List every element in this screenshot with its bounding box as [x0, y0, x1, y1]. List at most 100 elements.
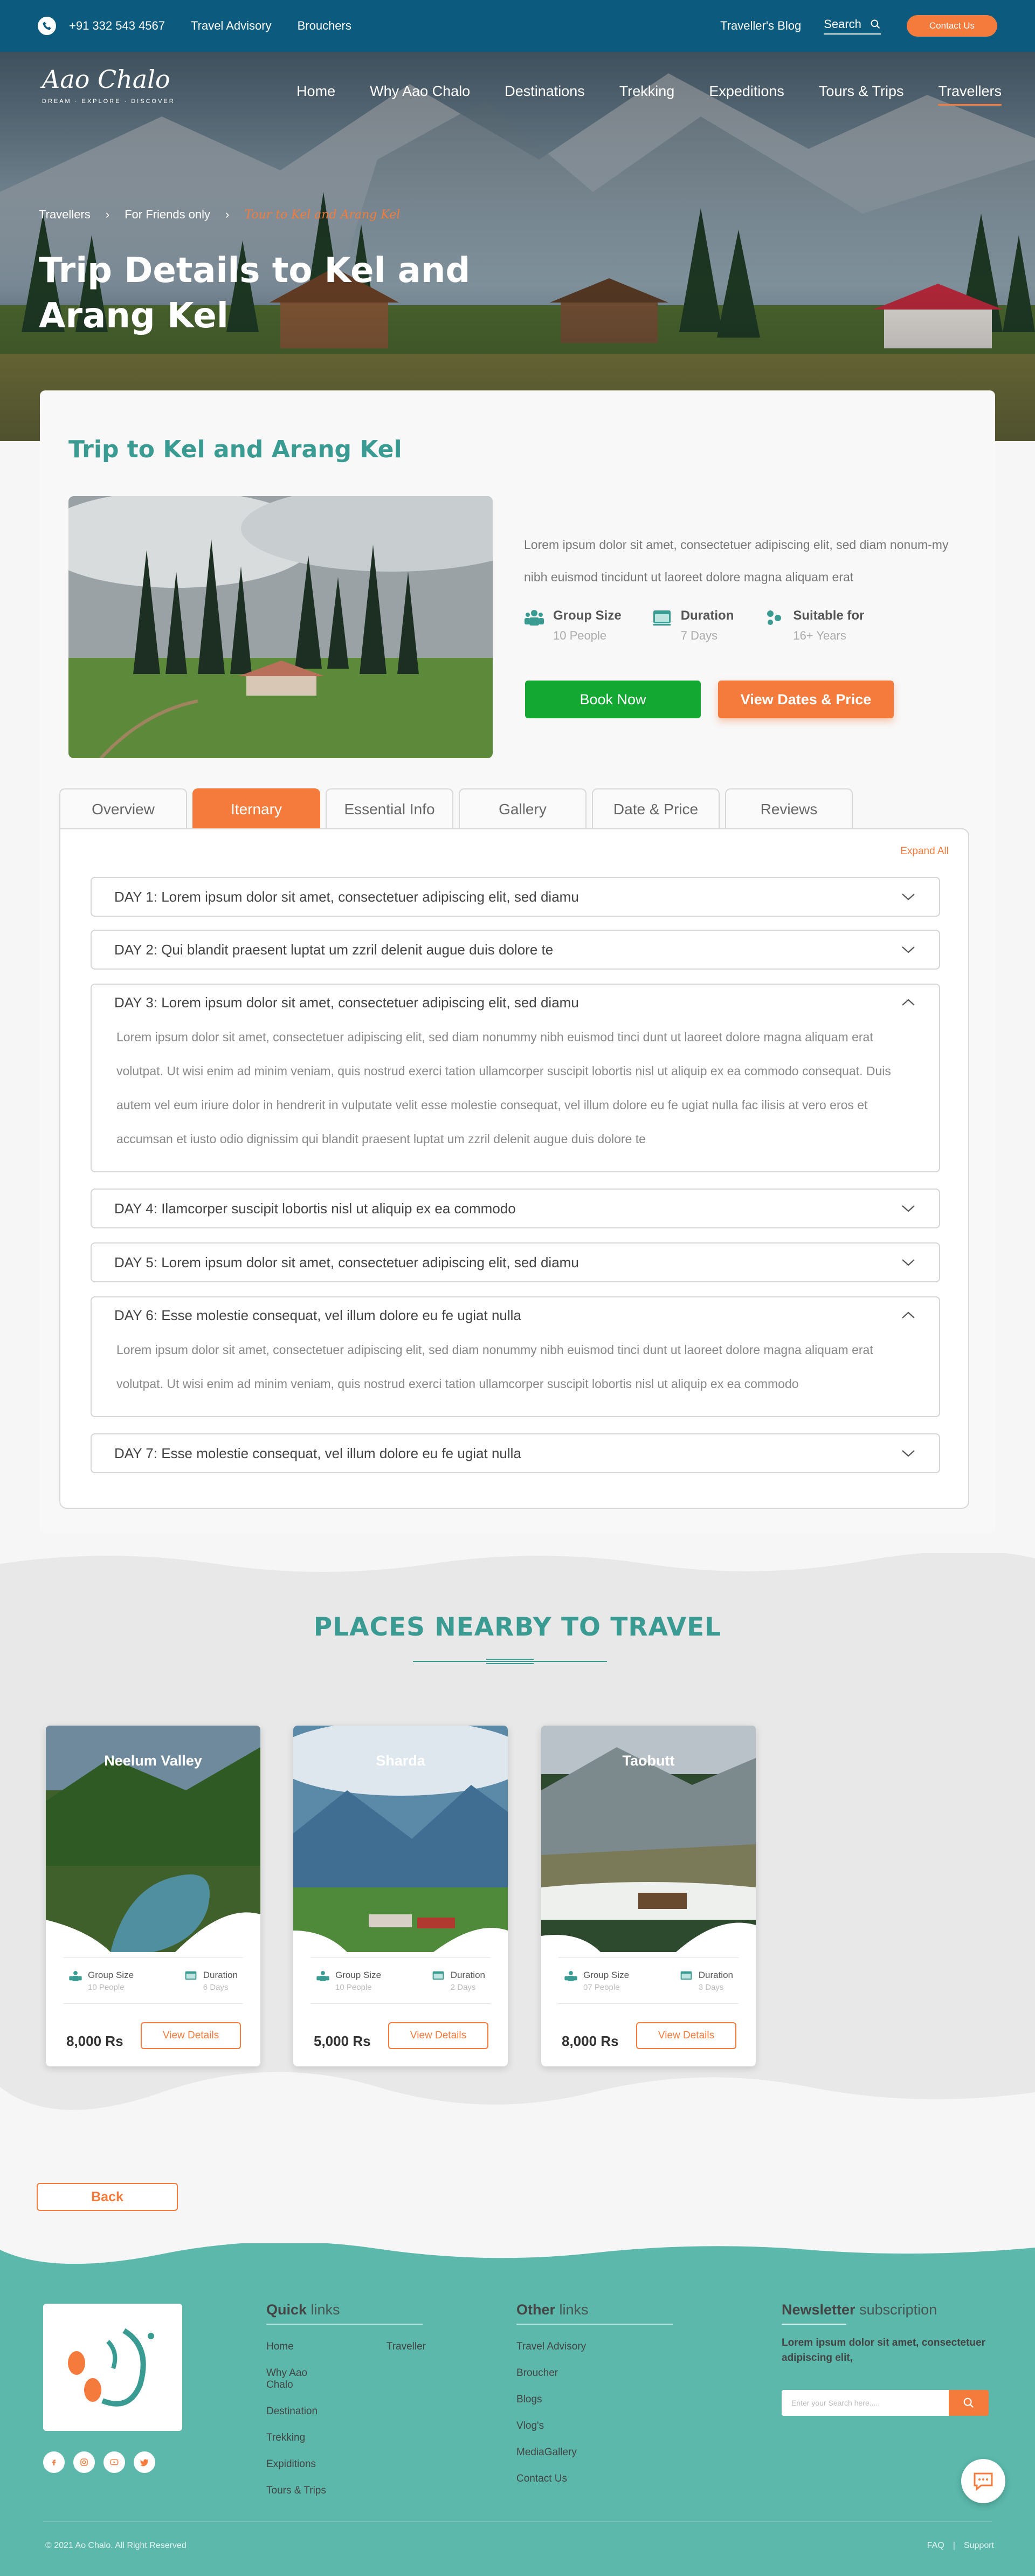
footer-link-why[interactable]: Why Aao Chalo — [266, 2367, 335, 2391]
calendar-icon — [185, 1971, 197, 1980]
day-accordion-7[interactable]: DAY 7: Esse molestie consequat, vel illu… — [91, 1433, 940, 1473]
footer-wave — [0, 2242, 1035, 2264]
facebook-icon[interactable] — [43, 2451, 65, 2473]
expand-all-link[interactable]: Expand All — [900, 846, 949, 857]
footer-link-vlogs[interactable]: Vlog's — [516, 2420, 676, 2432]
fact-value: 10 People — [553, 629, 607, 642]
newsletter-email-input[interactable]: Enter your Search here..... — [782, 2390, 949, 2416]
trip-photo — [68, 496, 493, 758]
breadcrumb-for-friends[interactable]: For Friends only — [125, 208, 210, 222]
chevron-down-icon — [902, 946, 915, 953]
footer-link-traveller[interactable]: Traveller — [387, 2341, 426, 2353]
footer-link-broucher[interactable]: Broucher — [516, 2367, 676, 2379]
footer-link-media-gallery[interactable]: MediaGallery — [516, 2447, 676, 2458]
view-details-button[interactable]: View Details — [141, 2022, 241, 2049]
footer-link-home[interactable]: Home — [266, 2341, 335, 2353]
breadcrumb-current: Tour to Kel and Arang Kel — [244, 208, 401, 222]
aao-chalo-logo-mark — [68, 2328, 154, 2407]
newsletter-heading: Newsletter subscription — [782, 2302, 992, 2318]
book-now-button[interactable]: Book Now — [525, 681, 701, 718]
phone-number[interactable]: +91 332 543 4567 — [69, 19, 165, 33]
youtube-icon[interactable] — [104, 2451, 125, 2473]
social-links — [43, 2451, 155, 2473]
place-card-sharda[interactable]: Sharda Group Size 10 People Duration 2 Day… — [293, 1726, 508, 2066]
place-facts: Group Size 10 People Duration 2 Days — [310, 1957, 491, 2004]
place-card-neelum-valley[interactable]: Neelum Valley Group Size 10 People Durati… — [46, 1726, 260, 2066]
footer-link-blogs[interactable]: Blogs — [516, 2394, 676, 2406]
nav-trekking[interactable]: Trekking — [619, 83, 675, 106]
group-size-label: Group Size — [335, 1969, 382, 1980]
duration-label: Duration — [698, 1969, 733, 1980]
nav-expeditions[interactable]: Expeditions — [709, 83, 784, 106]
logo-text: Aao Chalo — [42, 65, 170, 94]
place-card-taobutt[interactable]: Taobutt Group Size 07 People Duration 3 Da… — [541, 1726, 756, 2066]
place-price: 8,000 Rs — [66, 2033, 123, 2049]
nav-travellers[interactable]: Travellers — [938, 83, 1002, 106]
fact-label: Duration — [680, 608, 734, 623]
support-link[interactable]: Support — [964, 2541, 994, 2551]
day-accordion-3[interactable]: DAY 3: Lorem ipsum dolor sit amet, conse… — [91, 984, 940, 1172]
nav-why-aao-chalo[interactable]: Why Aao Chalo — [370, 83, 470, 106]
day-title: DAY 4: Ilamcorper suscipit lobortis nisl… — [114, 1200, 516, 1217]
day-accordion-6[interactable]: DAY 6: Esse molestie consequat, vel illu… — [91, 1296, 940, 1417]
day-accordion-5[interactable]: DAY 5: Lorem ipsum dolor sit amet, conse… — [91, 1242, 940, 1282]
breadcrumb-travellers[interactable]: Travellers — [39, 208, 91, 222]
day-accordion-1[interactable]: DAY 1: Lorem ipsum dolor sit amet, conse… — [91, 877, 940, 917]
group-icon — [564, 1970, 577, 1981]
footer-link-destination[interactable]: Destination — [266, 2406, 335, 2417]
nearby-title: PLACES NEARBY TO TRAVEL — [313, 1612, 722, 1642]
tab-reviews[interactable]: Reviews — [725, 788, 853, 829]
brouchers-link[interactable]: Brouchers — [298, 19, 351, 33]
trip-tabs: Overview Iternary Essential Info Gallery… — [59, 788, 853, 829]
fact-value: 7 Days — [680, 629, 718, 642]
twitter-icon[interactable] — [134, 2451, 155, 2473]
footer-link-expiditions[interactable]: Expiditions — [266, 2458, 335, 2470]
trip-facts: Group Size 10 People Duration 7 Days Suita… — [524, 608, 864, 643]
group-size-value: 10 People — [88, 1982, 125, 1992]
instagram-icon[interactable] — [73, 2451, 95, 2473]
footer-logo[interactable] — [43, 2304, 182, 2431]
duration-value: 6 Days — [203, 1982, 229, 1992]
group-icon — [69, 1970, 82, 1981]
view-details-button[interactable]: View Details — [636, 2022, 736, 2049]
tab-date-price[interactable]: Date & Price — [592, 788, 720, 829]
newsletter-submit-button[interactable] — [949, 2390, 989, 2416]
footer-link-travel-advisory[interactable]: Travel Advisory — [516, 2341, 676, 2353]
chevron-down-icon — [902, 894, 915, 901]
calendar-icon — [653, 610, 671, 626]
view-dates-price-button[interactable]: View Dates & Price — [718, 681, 894, 718]
fact-value: 16+ Years — [793, 629, 846, 642]
people-icon — [767, 610, 782, 625]
tab-essential-info[interactable]: Essential Info — [326, 788, 453, 829]
place-name: Neelum Valley — [104, 1753, 202, 1769]
tab-overview[interactable]: Overview — [59, 788, 187, 829]
place-facts: Group Size 10 People Duration 6 Days — [63, 1957, 243, 2004]
chevron-right-icon: › — [225, 208, 230, 221]
newsletter: Newsletter subscription Lorem ipsum dolo… — [782, 2302, 992, 2366]
travel-advisory-link[interactable]: Travel Advisory — [191, 19, 272, 33]
footer-link-trekking[interactable]: Trekking — [266, 2432, 335, 2444]
chat-button[interactable] — [961, 2459, 1005, 2503]
tab-gallery[interactable]: Gallery — [459, 788, 586, 829]
search-box[interactable]: Search — [824, 17, 881, 35]
nav-home[interactable]: Home — [296, 83, 335, 106]
day-accordion-4[interactable]: DAY 4: Ilamcorper suscipit lobortis nisl… — [91, 1189, 940, 1228]
main-navigation: Home Why Aao Chalo Destinations Trekking… — [296, 83, 1002, 106]
back-button[interactable]: Back — [37, 2183, 178, 2211]
nav-tours-trips[interactable]: Tours & Trips — [819, 83, 904, 106]
title-divider — [413, 1659, 607, 1664]
faq-link[interactable]: FAQ — [927, 2541, 944, 2551]
footer-link-contact[interactable]: Contact Us — [516, 2473, 676, 2485]
travellers-blog-link[interactable]: Traveller's Blog — [720, 19, 801, 33]
site-logo[interactable]: Aao Chalo DREAM · EXPLORE · DISCOVER — [42, 65, 175, 105]
footer-bottom-links: FAQ | Support — [927, 2541, 994, 2551]
search-icon — [963, 2398, 974, 2408]
day-accordion-2[interactable]: DAY 2: Qui blandit praesent luptat um zz… — [91, 930, 940, 970]
view-details-button[interactable]: View Details — [388, 2022, 488, 2049]
contact-us-button[interactable]: Contact Us — [906, 15, 997, 37]
group-size-value: 10 People — [335, 1982, 372, 1992]
nav-destinations[interactable]: Destinations — [505, 83, 585, 106]
tab-iternary[interactable]: Iternary — [192, 788, 320, 829]
top-bar: +91 332 543 4567 Travel Advisory Brouche… — [0, 0, 1035, 52]
footer-link-tours[interactable]: Tours & Trips — [266, 2485, 335, 2497]
